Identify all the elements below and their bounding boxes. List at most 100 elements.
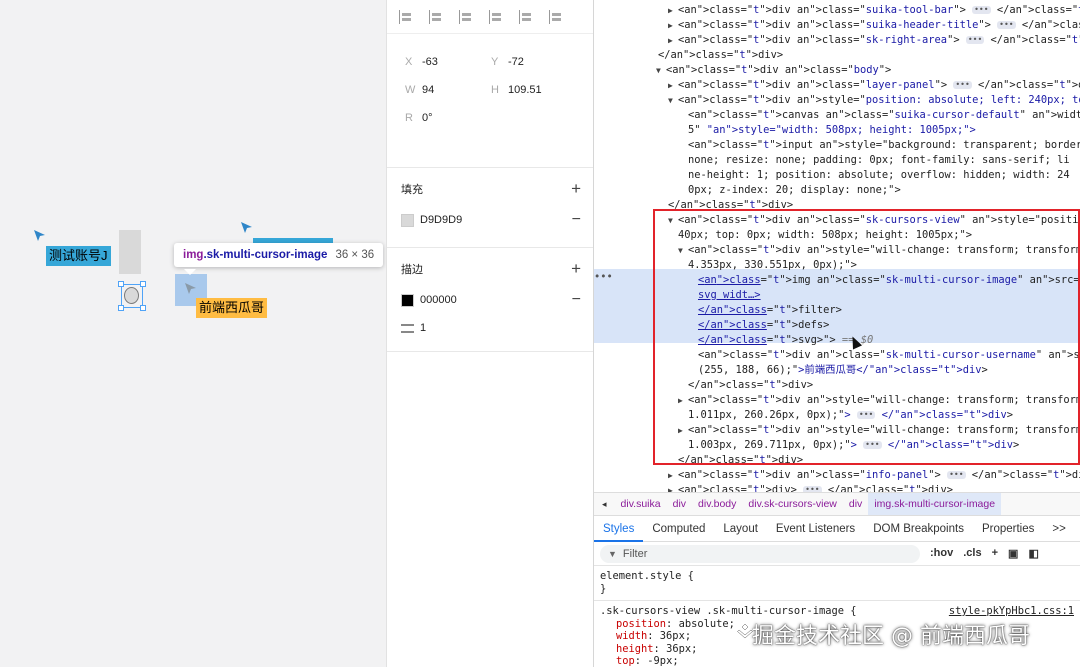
dom-node-line[interactable]: ▼ <an">class="t">div an">style="position:… xyxy=(668,93,1080,108)
filter-placeholder: Filter xyxy=(622,547,648,560)
dom-node-line[interactable]: 0px; z-index: 20; display: none;"> xyxy=(688,183,901,198)
rule-selector[interactable]: .sk-cursors-view .sk-multi-cursor-image … xyxy=(600,605,856,618)
breadcrumb-item[interactable]: div.suika xyxy=(615,498,667,510)
toggle-sidebar-icon[interactable]: ◧ xyxy=(1028,547,1038,560)
stroke-width-icon xyxy=(401,323,414,333)
align-center-icon[interactable] xyxy=(429,9,443,24)
y-label: Y xyxy=(491,56,499,68)
fill-hex[interactable]: D9D9D9 xyxy=(420,214,462,226)
toggle-print-icon[interactable]: ▣ xyxy=(1008,547,1018,560)
dom-node-line[interactable]: ne-height: 1; position: absolute; overfl… xyxy=(688,168,1070,183)
remote-user-label: 测试账号J xyxy=(46,246,111,266)
tab-event-listeners[interactable]: Event Listeners xyxy=(767,516,864,542)
tab-layout[interactable]: Layout xyxy=(714,516,767,542)
dom-node-line[interactable]: <an">class="t">canvas an">class="suika-c… xyxy=(688,108,1080,123)
add-fill-plus-icon[interactable]: + xyxy=(571,180,581,197)
align-left-icon[interactable] xyxy=(399,9,413,24)
fill-title: 填充 xyxy=(401,184,423,196)
tab-properties[interactable]: Properties xyxy=(973,516,1043,542)
tab-dom-breakpoints[interactable]: DOM Breakpoints xyxy=(864,516,973,542)
h-field[interactable]: H 109.51 xyxy=(491,84,577,96)
stroke-hex[interactable]: 000000 xyxy=(420,294,457,306)
tooltip-tag: img xyxy=(183,249,204,261)
dom-node-line[interactable]: </an">class="t">div> xyxy=(658,48,783,63)
breadcrumb-left-arrow-icon[interactable]: ◂ xyxy=(594,499,615,510)
dom-node-line[interactable]: none; resize: none; padding: 0px; font-f… xyxy=(688,153,1070,168)
element-style-close: } xyxy=(600,582,607,595)
align-right-icon[interactable] xyxy=(459,9,473,24)
filter-input[interactable]: ▼ Filter xyxy=(600,544,920,563)
tooltip-class: .sk-multi-cursor-image xyxy=(203,249,328,261)
x-label: X xyxy=(405,56,413,68)
rotation-field[interactable]: R 0° xyxy=(405,112,500,124)
selection-box[interactable] xyxy=(118,281,146,311)
resize-handle[interactable] xyxy=(140,305,146,311)
stroke-color-swatch[interactable] xyxy=(401,293,414,307)
design-canvas[interactable]: 测试账号J 前端西瓜哥 img.sk-multi-cursor-image 36 … xyxy=(0,0,386,667)
r-label: R xyxy=(405,112,413,124)
w-field[interactable]: W 94 xyxy=(405,84,491,96)
h-value[interactable]: 109.51 xyxy=(508,84,542,96)
remote-cursor-arrow-icon xyxy=(185,283,196,294)
dom-node-line[interactable]: ▶ <an">class="t">div an">class="layer-pan… xyxy=(668,78,1080,93)
devtools-inspect-tooltip: img.sk-multi-cursor-image 36 × 36 xyxy=(174,243,384,267)
remove-fill-minus-icon[interactable]: − xyxy=(572,211,581,229)
element-style-rule[interactable]: element.style { xyxy=(600,570,1074,583)
dom-node-line[interactable]: ▶ <an">class="t">div an">class="info-pane… xyxy=(668,468,1080,483)
remote-user-label: 前端西瓜哥 xyxy=(196,298,268,318)
shape-rect[interactable] xyxy=(119,230,141,274)
y-value[interactable]: -72 xyxy=(508,56,524,68)
fill-color-swatch[interactable] xyxy=(401,213,414,227)
tooltip-arrow xyxy=(184,269,196,275)
breadcrumb-item[interactable]: div.body xyxy=(692,498,742,510)
x-field[interactable]: X -63 xyxy=(405,56,491,68)
geometry-section: X -63 Y -72 W 94 H 109.51 R 0° xyxy=(387,34,593,168)
align-top-icon[interactable] xyxy=(489,9,503,24)
dom-node-line[interactable]: <an">class="t">input an">style="backgrou… xyxy=(688,138,1080,153)
resize-handle[interactable] xyxy=(118,305,124,311)
align-toolbar xyxy=(387,0,593,34)
tab-styles[interactable]: Styles xyxy=(594,516,644,542)
watermark-text: 掘金技术社区 @ 前端西瓜哥 xyxy=(752,624,1030,649)
styles-filter-row: ▼ Filter :hov .cls + ▣ ◧ xyxy=(594,542,1080,566)
remove-stroke-minus-icon[interactable]: − xyxy=(572,291,581,309)
css-property-row[interactable]: top: -9px; xyxy=(616,655,1074,667)
add-stroke-plus-icon[interactable]: + xyxy=(571,260,581,277)
node-dots-icon[interactable]: ••• xyxy=(594,270,613,285)
fill-section: 填充 + D9D9D9 − xyxy=(387,168,593,248)
breadcrumb-item[interactable]: div xyxy=(667,498,692,510)
tabs-more-icon[interactable]: >> xyxy=(1043,516,1074,542)
breadcrumb: ◂ div.suika div div.body div.sk-cursors-… xyxy=(594,492,1080,516)
tooltip-dimensions: 36 × 36 xyxy=(335,249,375,261)
annotation-red-box xyxy=(653,209,1080,465)
dom-node-line[interactable]: 5" "an">style="width: 508px; height: 100… xyxy=(688,123,976,138)
stroke-section: 描边 + 000000 − 1 xyxy=(387,248,593,352)
align-bottom-icon[interactable] xyxy=(549,9,563,24)
dom-node-line[interactable]: ▼ <an">class="t">div an">class="body"> xyxy=(656,63,891,78)
dom-node-line[interactable]: ▶ <an">class="t">div an">class="suika-too… xyxy=(668,3,1080,18)
breadcrumb-item[interactable]: div.sk-cursors-view xyxy=(742,498,842,510)
new-rule-plus-icon[interactable]: + xyxy=(992,547,998,560)
screenshot-root: 测试账号J 前端西瓜哥 img.sk-multi-cursor-image 36 … xyxy=(0,0,1080,667)
resize-handle[interactable] xyxy=(140,281,146,287)
tab-computed[interactable]: Computed xyxy=(643,516,714,542)
resize-handle[interactable] xyxy=(118,281,124,287)
align-middle-icon[interactable] xyxy=(519,9,533,24)
y-field[interactable]: Y -72 xyxy=(491,56,577,68)
dom-node-line[interactable]: ▶ <an">class="t">div an">class="suika-hea… xyxy=(668,18,1080,33)
elements-tree[interactable]: ▶ <an">class="t">div an">class="suika-too… xyxy=(594,0,1080,492)
x-value[interactable]: -63 xyxy=(422,56,438,68)
cls-button[interactable]: .cls xyxy=(963,547,981,560)
shape-ellipse[interactable] xyxy=(124,287,139,304)
hov-button[interactable]: :hov xyxy=(930,547,953,560)
dom-node-line[interactable]: ▶ <an">class="t">div an">class="sk-right-… xyxy=(668,33,1080,48)
breadcrumb-item[interactable]: div xyxy=(843,498,868,510)
stroke-width-value[interactable]: 1 xyxy=(420,322,426,334)
h-label: H xyxy=(491,84,499,96)
breadcrumb-item-active[interactable]: img.sk-multi-cursor-image xyxy=(868,493,1002,515)
rule-source-link[interactable]: style-pkYpHbc1.css:1 xyxy=(949,605,1074,618)
properties-panel: X -63 Y -72 W 94 H 109.51 R 0° 填充 + D9D9D9 − 描边… xyxy=(386,0,594,667)
w-value[interactable]: 94 xyxy=(422,84,434,96)
r-value[interactable]: 0° xyxy=(422,112,433,124)
dom-node-line[interactable]: ▶ <an">class="t">div> ••• </an">class="t"… xyxy=(668,483,953,492)
